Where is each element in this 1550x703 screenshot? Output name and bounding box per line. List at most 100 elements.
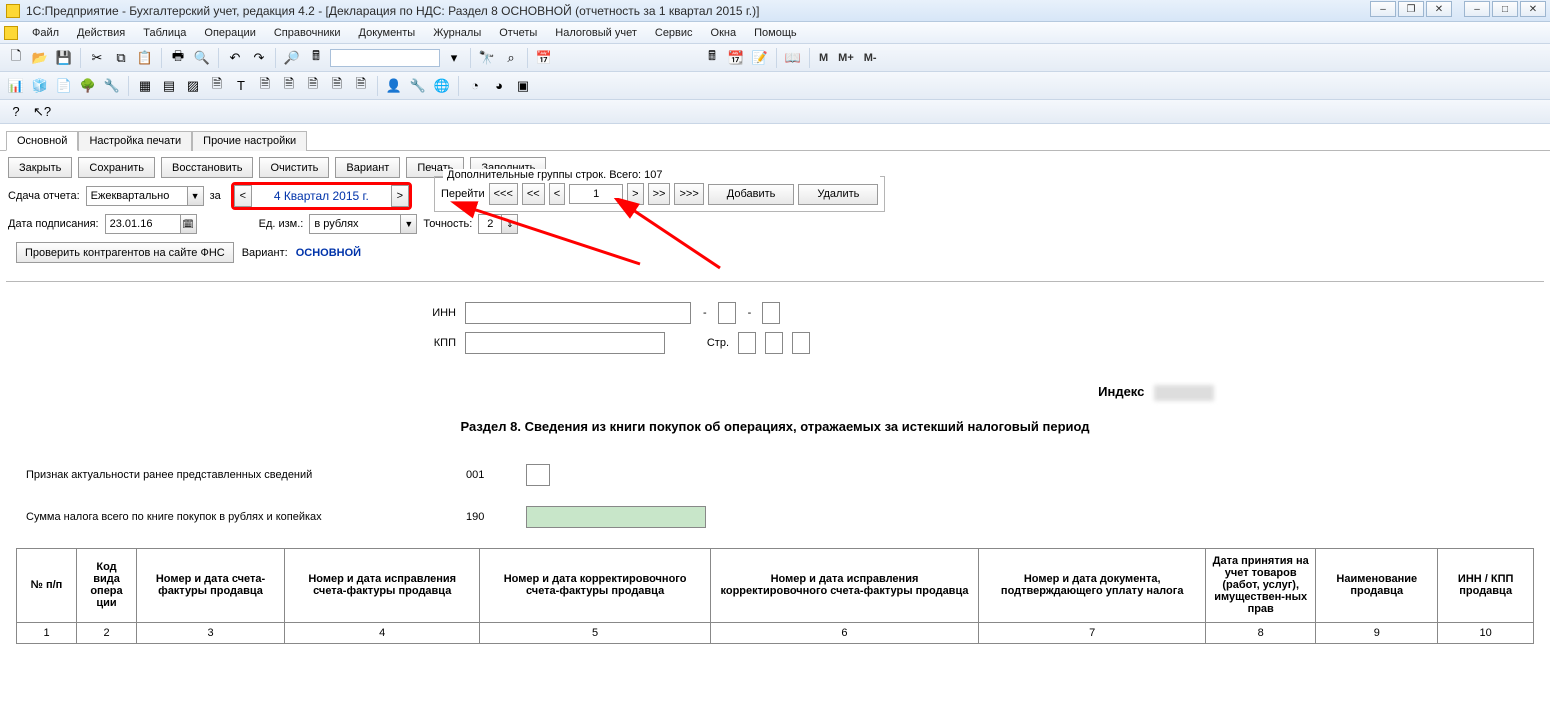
inn-cell-a[interactable] bbox=[718, 302, 736, 324]
child-minimize-button[interactable]: ‒ bbox=[1370, 1, 1396, 17]
find-next-icon[interactable]: ⌕ bbox=[501, 48, 521, 68]
grid-icon[interactable]: ▦ bbox=[135, 76, 155, 96]
menu-service[interactable]: Сервис bbox=[647, 25, 701, 41]
preview-icon[interactable]: 🔍 bbox=[192, 48, 212, 68]
date-icon[interactable]: 📆 bbox=[726, 48, 746, 68]
calendar-icon[interactable]: 🗓 bbox=[180, 215, 196, 233]
close-button[interactable]: ✕ bbox=[1520, 1, 1546, 17]
unit-combo[interactable]: ▼ bbox=[309, 214, 417, 234]
nav-next-page-button[interactable]: >> bbox=[648, 183, 671, 205]
cursor-help-icon[interactable]: ↖? bbox=[32, 102, 52, 122]
copy-icon[interactable]: ⧉ bbox=[111, 48, 131, 68]
minimize-button[interactable]: ‒ bbox=[1464, 1, 1490, 17]
nav-next-button[interactable]: > bbox=[627, 183, 643, 205]
save-icon[interactable]: 💾 bbox=[54, 48, 74, 68]
undo-icon[interactable]: ↶ bbox=[225, 48, 245, 68]
dropdown-icon[interactable]: ▾ bbox=[444, 48, 464, 68]
precision-input[interactable] bbox=[479, 215, 501, 233]
check-contractors-button[interactable]: Проверить контрагентов на сайте ФНС bbox=[16, 242, 234, 263]
calc2-icon[interactable]: 🖩 bbox=[702, 48, 722, 68]
period-prev-button[interactable]: < bbox=[234, 185, 252, 207]
menu-catalogs[interactable]: Справочники bbox=[266, 25, 349, 41]
open-icon[interactable]: 📂 bbox=[30, 48, 50, 68]
globe-icon[interactable]: 🌐 bbox=[432, 76, 452, 96]
nav-page-input[interactable] bbox=[569, 184, 623, 204]
print-icon[interactable]: 🖶 bbox=[168, 48, 188, 68]
page-cell-1[interactable] bbox=[738, 332, 756, 354]
redo-icon[interactable]: ↷ bbox=[249, 48, 269, 68]
period-next-button[interactable]: > bbox=[391, 185, 409, 207]
menu-journals[interactable]: Журналы bbox=[425, 25, 489, 41]
circle2-icon[interactable]: ◕ bbox=[489, 76, 509, 96]
sheet3-icon[interactable]: 🗎 bbox=[279, 76, 299, 96]
circle1-icon[interactable]: ◔ bbox=[465, 76, 485, 96]
toolbar-search-input[interactable] bbox=[330, 49, 440, 67]
help-icon[interactable]: ? bbox=[6, 102, 26, 122]
chart-icon[interactable]: 📊 bbox=[6, 76, 26, 96]
note-icon[interactable]: 📝 bbox=[750, 48, 770, 68]
close-button[interactable]: Закрыть bbox=[8, 157, 72, 178]
kpp-field[interactable] bbox=[465, 332, 665, 354]
cut-icon[interactable]: ✂ bbox=[87, 48, 107, 68]
chevron-down-icon[interactable]: ▼ bbox=[187, 187, 203, 205]
page-cell-3[interactable] bbox=[792, 332, 810, 354]
doc-icon[interactable]: 📄 bbox=[54, 76, 74, 96]
row-001-input[interactable] bbox=[526, 464, 550, 486]
child-close-button[interactable]: ✕ bbox=[1426, 1, 1452, 17]
child-restore-button[interactable]: ❐ bbox=[1398, 1, 1424, 17]
menu-windows[interactable]: Окна bbox=[703, 25, 745, 41]
sheet6-icon[interactable]: 🗎 bbox=[351, 76, 371, 96]
new-icon[interactable]: 🗋 bbox=[6, 48, 26, 68]
add-row-button[interactable]: Добавить bbox=[708, 184, 795, 205]
row-190-input[interactable] bbox=[526, 506, 706, 528]
sheet2-icon[interactable]: 🗎 bbox=[255, 76, 275, 96]
calendar-icon[interactable]: 📅 bbox=[534, 48, 554, 68]
tab-print-settings[interactable]: Настройка печати bbox=[78, 131, 192, 151]
menu-table[interactable]: Таблица bbox=[135, 25, 194, 41]
nav-last-button[interactable]: >>> bbox=[674, 183, 703, 205]
calc-icon[interactable]: 🖩 bbox=[306, 48, 326, 68]
unit-input[interactable] bbox=[310, 215, 400, 233]
tree-icon[interactable]: 🌳 bbox=[78, 76, 98, 96]
maximize-button[interactable]: □ bbox=[1492, 1, 1518, 17]
sheet-icon[interactable]: 🗎 bbox=[207, 76, 227, 96]
precision-field[interactable]: ⇕ bbox=[478, 214, 518, 234]
tab-other-settings[interactable]: Прочие настройки bbox=[192, 131, 307, 151]
chevron-down-icon[interactable]: ▼ bbox=[400, 215, 416, 233]
nav-prev-button[interactable]: < bbox=[549, 183, 565, 205]
find-icon[interactable]: 🔎 bbox=[282, 48, 302, 68]
sdacha-value[interactable] bbox=[87, 187, 187, 205]
sdacha-combo[interactable]: ▼ bbox=[86, 186, 204, 206]
grid2-icon[interactable]: ▤ bbox=[159, 76, 179, 96]
tool-icon[interactable]: 🔧 bbox=[102, 76, 122, 96]
sheet5-icon[interactable]: 🗎 bbox=[327, 76, 347, 96]
menu-tax[interactable]: Налоговый учет bbox=[547, 25, 645, 41]
clear-button[interactable]: Очистить bbox=[259, 157, 329, 178]
cube-icon[interactable]: 🧊 bbox=[30, 76, 50, 96]
paste-icon[interactable]: 📋 bbox=[135, 48, 155, 68]
menu-operations[interactable]: Операции bbox=[196, 25, 263, 41]
menu-help[interactable]: Помощь bbox=[746, 25, 805, 41]
check-icon[interactable]: ▨ bbox=[183, 76, 203, 96]
binoculars-icon[interactable]: 🔭 bbox=[477, 48, 497, 68]
menu-file[interactable]: Файл bbox=[24, 25, 67, 41]
sheet4-icon[interactable]: 🗎 bbox=[303, 76, 323, 96]
book-icon[interactable]: 📖 bbox=[783, 48, 803, 68]
restore-button[interactable]: Восстановить bbox=[161, 157, 253, 178]
sign-date-input[interactable] bbox=[106, 215, 180, 233]
letter-t-icon[interactable]: T bbox=[231, 76, 251, 96]
page-cell-2[interactable] bbox=[765, 332, 783, 354]
memory-mminus[interactable]: M- bbox=[861, 52, 880, 64]
delete-row-button[interactable]: Удалить bbox=[798, 184, 878, 205]
square-icon[interactable]: ▣ bbox=[513, 76, 533, 96]
save-button[interactable]: Сохранить bbox=[78, 157, 155, 178]
person-icon[interactable]: 👤 bbox=[384, 76, 404, 96]
inn-cell-b[interactable] bbox=[762, 302, 780, 324]
nav-first-button[interactable]: <<< bbox=[489, 183, 518, 205]
sign-date-field[interactable]: 🗓 bbox=[105, 214, 197, 234]
stepper-icon[interactable]: ⇕ bbox=[501, 215, 517, 233]
menu-actions[interactable]: Действия bbox=[69, 25, 133, 41]
menu-reports[interactable]: Отчеты bbox=[491, 25, 545, 41]
wrench-icon[interactable]: 🔧 bbox=[408, 76, 428, 96]
tab-main[interactable]: Основной bbox=[6, 131, 78, 151]
